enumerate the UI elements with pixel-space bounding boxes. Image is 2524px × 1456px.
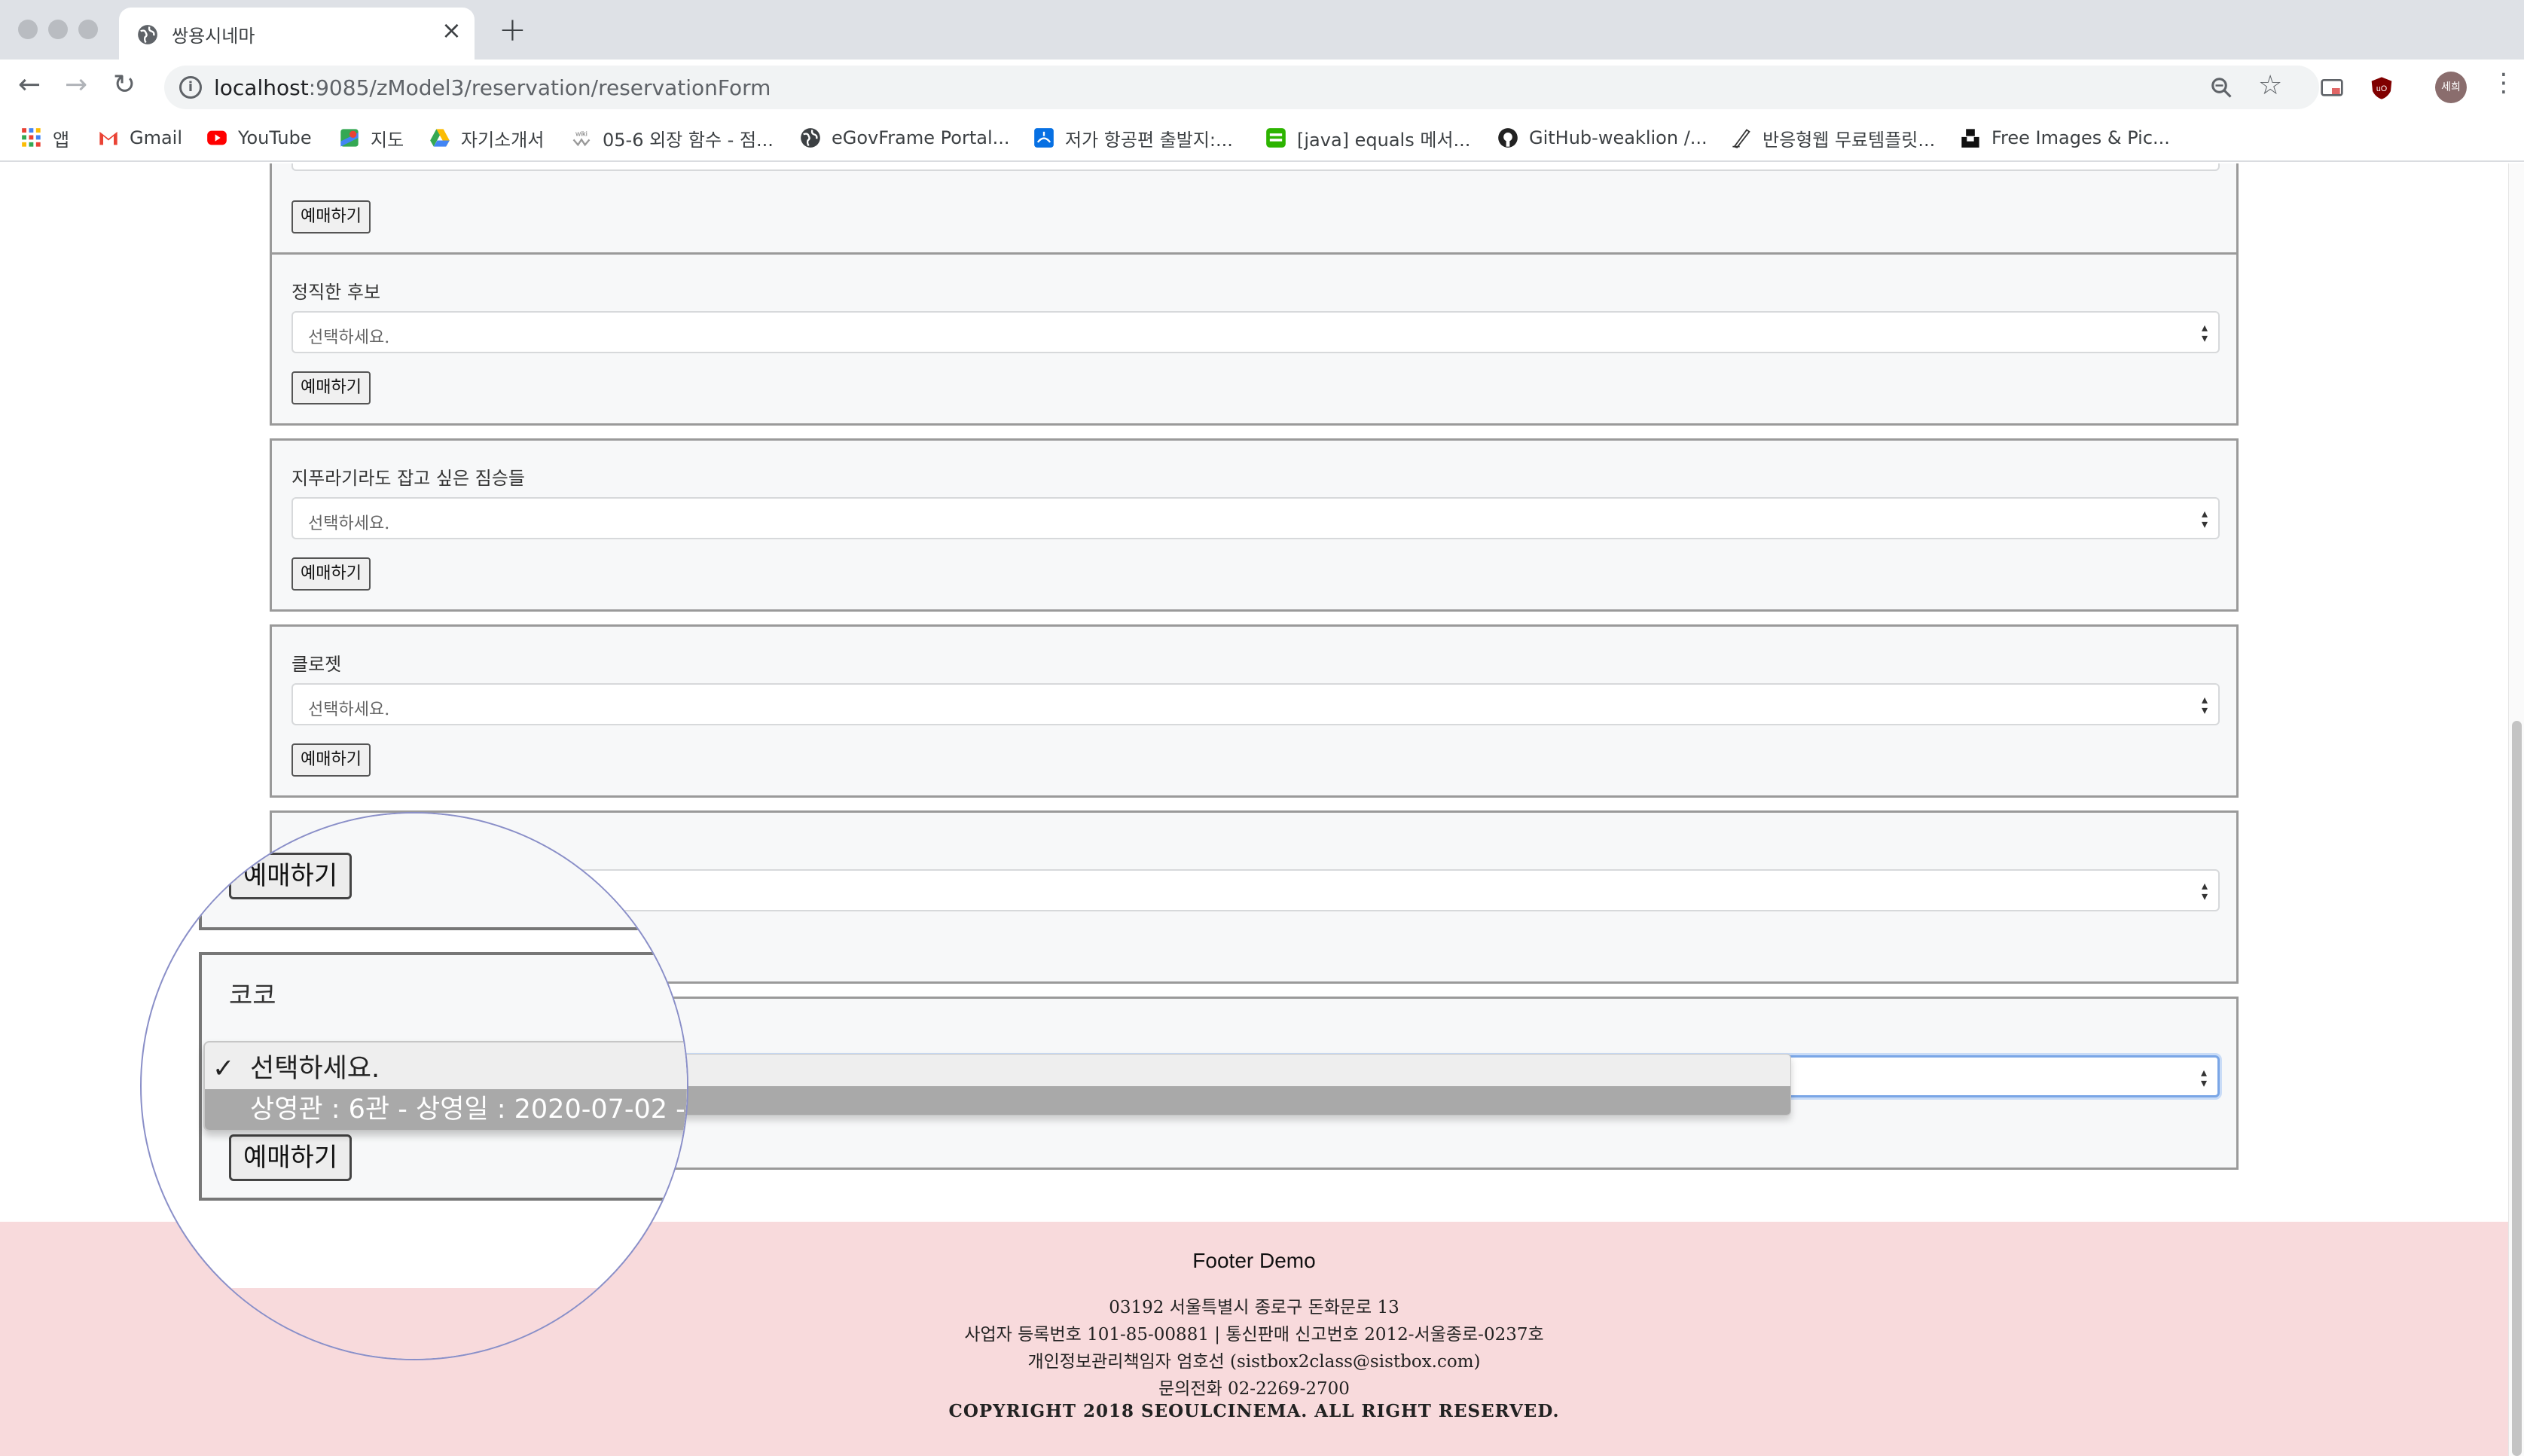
apps-grid-icon (22, 128, 41, 147)
movie-title: 지푸라기라도 잡고 싶은 짐승들 (291, 468, 525, 489)
forward-arrow-icon[interactable]: → (65, 72, 87, 99)
movie-card: 예매하기 (270, 163, 2239, 255)
maximize-window-button[interactable] (78, 20, 98, 39)
movie-title: 정직한 후보 (291, 282, 381, 303)
showtime-select[interactable]: 선택하세요. ▴ ▾ (291, 497, 2220, 539)
bookmarks-bar: 앱 Gmail YouTube 지도 자기소개서 wiki 05-6 외장 함수… (0, 115, 2524, 162)
magnified-footer-strip (142, 1288, 687, 1359)
bookmark-star-icon[interactable]: ☆ (2258, 70, 2282, 101)
youtube-icon (207, 130, 227, 145)
option-label: 선택하세요. (250, 1054, 380, 1084)
bookmark-label: [java] equals 메서... (1297, 129, 1471, 151)
showtime-select[interactable]: 선택하세요. ▴ ▾ (291, 311, 2220, 353)
magnified-dropdown-list: ✓ 선택하세요. 상영관 : 6관 - 상영일 : 2020-07-02 - (203, 1041, 687, 1131)
bookmark-flights[interactable]: 저가 항공편 출발지:... (1033, 123, 1233, 153)
active-tab[interactable]: 쌍용시네마 × (119, 8, 475, 60)
bookmark-github[interactable]: GitHub-weaklion /... (1497, 123, 1708, 153)
reserve-button[interactable]: 예매하기 (291, 743, 371, 777)
bookmark-label: GitHub-weaklion /... (1529, 127, 1708, 148)
bookmark-label: 지도 (371, 129, 404, 151)
page-scrollbar[interactable] (2508, 163, 2524, 1456)
blog-icon (1266, 128, 1286, 148)
svg-text:wiki: wiki (575, 130, 588, 138)
bookmark-java-equals[interactable]: [java] equals 메서... (1265, 123, 1470, 153)
bookmark-label: Gmail (130, 127, 183, 148)
bookmark-label: YouTube (238, 127, 312, 148)
bookmark-label: 저가 항공편 출발지:... (1065, 129, 1233, 151)
globe-icon (138, 25, 157, 44)
unsplash-icon (1961, 129, 1979, 148)
url-text: localhost:9085/zModel3/reservation/reser… (214, 75, 771, 100)
reload-icon[interactable]: ↻ (113, 72, 136, 99)
bookmark-unsplash[interactable]: Free Images & Pic... (1960, 123, 2170, 153)
globe-icon (801, 128, 820, 148)
reserve-button[interactable]: 예매하기 (291, 557, 371, 591)
zoom-icon[interactable] (2210, 76, 2233, 99)
wiki-icon: wiki (572, 130, 591, 147)
svg-text:uO: uO (2376, 84, 2387, 93)
footer-phone: 문의전화 02-2269-2700 (1158, 1379, 1350, 1399)
cast-icon[interactable] (2320, 76, 2344, 100)
bookmark-egovframe[interactable]: eGovFrame Portal... (800, 123, 1010, 153)
browser-toolbar: ← → ↻ i localhost:9085/zModel3/reservati… (0, 60, 2524, 115)
magnified-reserve-button[interactable]: 예매하기 (229, 1134, 353, 1181)
minimize-window-button[interactable] (48, 20, 68, 39)
movie-card: 정직한 후보 선택하세요. ▴ ▾ 예매하기 (270, 252, 2239, 426)
bookmark-youtube[interactable]: YouTube (206, 123, 312, 153)
drive-icon (430, 129, 450, 147)
magnified-option-showtime[interactable]: 상영관 : 6관 - 상영일 : 2020-07-02 - (205, 1089, 687, 1130)
option-label: 상영관 : 6관 - 상영일 : 2020-07-02 - (250, 1094, 685, 1125)
checkmark-icon: ✓ (212, 1054, 235, 1084)
bookmark-label: 자기소개서 (461, 129, 545, 151)
movie-card: 클로젯 선택하세요. ▴ ▾ 예매하기 (270, 624, 2239, 798)
select-placeholder: 선택하세요. (308, 328, 390, 347)
profile-avatar[interactable]: 세희 (2435, 72, 2467, 103)
magnifier-lens: 예매하기 코코 예매하기 ✓ 선택하세요. 상영관 : 6관 - 상영일 : 2… (140, 812, 688, 1360)
bookmark-maps[interactable]: 지도 (339, 123, 404, 153)
magnified-option-placeholder[interactable]: ✓ 선택하세요. (205, 1049, 687, 1089)
scrollbar-thumb[interactable] (2512, 721, 2522, 1456)
pen-icon (1732, 129, 1750, 148)
reserve-button[interactable]: 예매하기 (291, 200, 371, 234)
back-arrow-icon[interactable]: ← (18, 72, 41, 99)
select-arrows-icon: ▴ ▾ (2201, 878, 2208, 903)
ublock-icon[interactable]: uO (2370, 76, 2394, 100)
bookmark-drive[interactable]: 자기소개서 (429, 123, 544, 153)
bookmark-gmail[interactable]: Gmail (98, 123, 182, 153)
showtime-select[interactable]: 선택하세요. ▴ ▾ (291, 683, 2220, 725)
magnified-reserve-button[interactable]: 예매하기 (229, 853, 353, 899)
select-placeholder: 선택하세요. (308, 701, 390, 719)
magnified-movie-title: 코코 (229, 981, 276, 1011)
select-arrows-icon: ▴ ▾ (2201, 506, 2208, 531)
showtime-select[interactable] (291, 163, 2220, 171)
bookmark-label: 반응형웹 무료템플릿... (1763, 129, 1936, 151)
maps-icon (340, 129, 359, 147)
close-window-button[interactable] (18, 20, 38, 39)
menu-dots-icon[interactable]: ⋮ (2491, 70, 2516, 96)
bookmark-label: Free Images & Pic... (1991, 127, 2170, 148)
bookmark-apps[interactable]: 앱 (21, 123, 69, 153)
footer-copyright: COPYRIGHT 2018 SEOULCINEMA. ALL RIGHT RE… (948, 1401, 1560, 1421)
address-bar[interactable]: i localhost:9085/zModel3/reservation/res… (164, 66, 2319, 109)
bookmark-label: 05-6 외장 함수 - 점... (603, 129, 774, 151)
tab-strip: 쌍용시네마 × + (0, 0, 2524, 60)
reserve-button[interactable]: 예매하기 (291, 371, 371, 404)
bookmark-wikidocs[interactable]: wiki 05-6 외장 함수 - 점... (571, 123, 774, 153)
skyscanner-icon (1034, 128, 1054, 148)
new-tab-icon[interactable]: + (499, 14, 526, 47)
tab-title: 쌍용시네마 (172, 26, 255, 47)
bookmark-label: eGovFrame Portal... (832, 127, 1010, 148)
select-placeholder: 선택하세요. (308, 514, 390, 533)
select-arrows-icon: ▴ ▾ (2201, 692, 2208, 717)
select-arrows-icon: ▴ ▾ (2201, 320, 2208, 345)
close-tab-icon[interactable]: × (441, 18, 462, 42)
info-icon[interactable]: i (179, 76, 202, 99)
bookmark-label: 앱 (53, 129, 70, 151)
movie-title: 클로젯 (291, 654, 342, 675)
movie-card: 지푸라기라도 잡고 싶은 짐승들 선택하세요. ▴ ▾ 예매하기 (270, 438, 2239, 612)
github-icon (1498, 128, 1518, 148)
gmail-icon (99, 131, 118, 145)
bookmark-template[interactable]: 반응형웹 무료템플릿... (1731, 123, 1935, 153)
select-arrows-icon: ▴ ▾ (2200, 1065, 2207, 1090)
